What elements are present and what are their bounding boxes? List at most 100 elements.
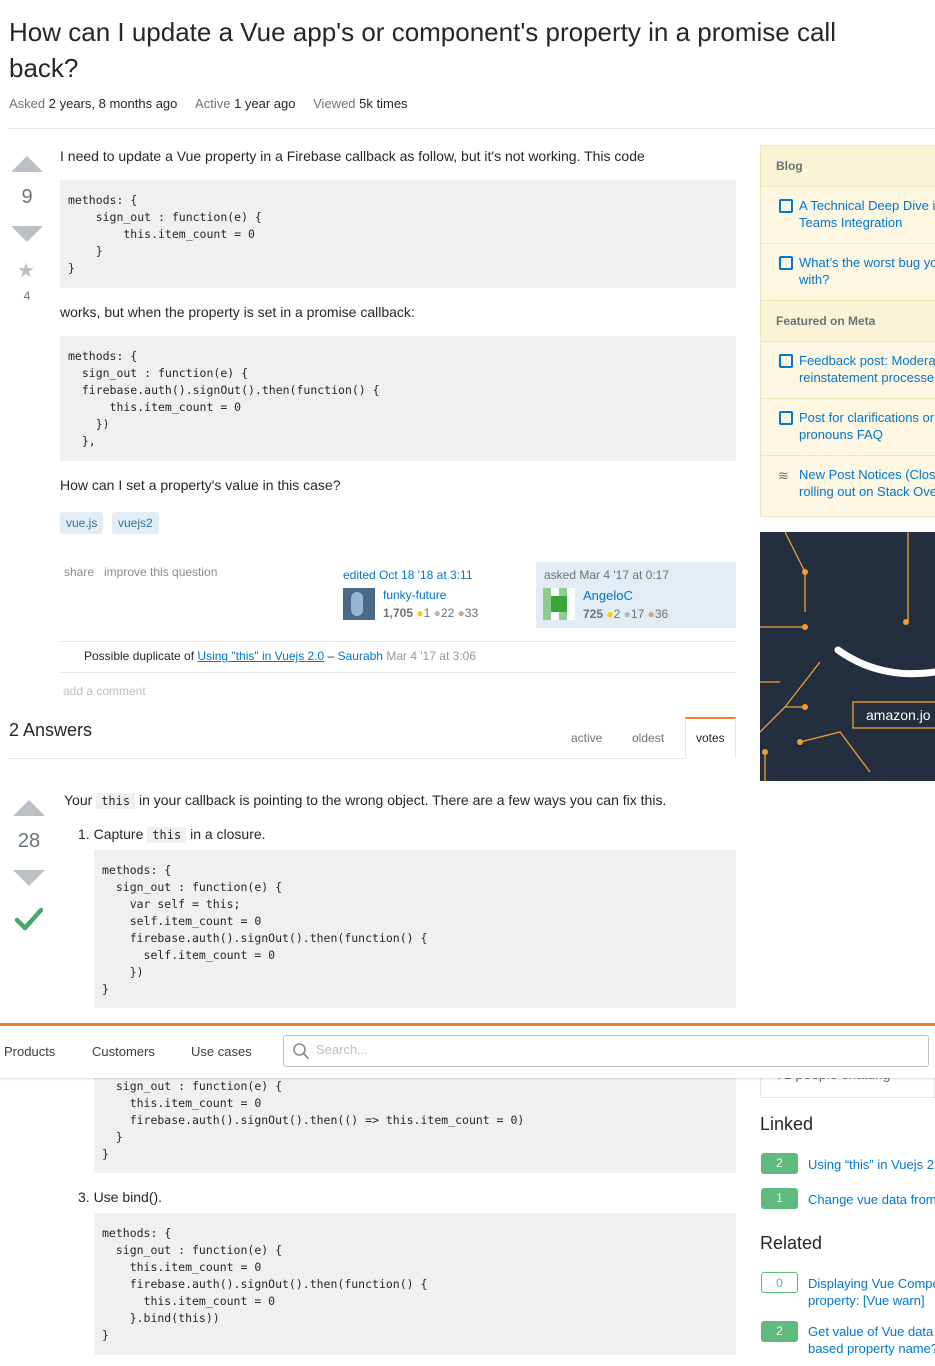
question-intro: I need to update a Vue property in a Fir… bbox=[60, 148, 645, 164]
answers-count-header: 2 Answers bbox=[9, 720, 93, 740]
inline-code: this bbox=[147, 827, 187, 843]
code-block: methods: { sign_out : function(e) { this… bbox=[60, 180, 736, 288]
active-value[interactable]: 1 year ago bbox=[234, 96, 295, 111]
bronze-count: 33 bbox=[464, 606, 479, 620]
advertisement[interactable]: amazon.jo bbox=[760, 532, 935, 781]
viewed-value: 5k times bbox=[359, 96, 408, 111]
question-vote-count: 9 bbox=[21, 186, 33, 208]
share-link[interactable]: share bbox=[64, 565, 94, 579]
linked-score-badge[interactable]: 2 bbox=[761, 1153, 798, 1174]
speech-bubble-icon bbox=[779, 411, 793, 425]
tag-vuejs2[interactable]: vuejs2 bbox=[112, 512, 159, 534]
favorite-star-icon[interactable]: ★ bbox=[17, 258, 35, 283]
stack-exchange-icon: ≋ bbox=[778, 468, 789, 483]
related-header: Related bbox=[760, 1233, 823, 1253]
viewed-label: Viewed bbox=[313, 96, 356, 111]
gold-count: 2 bbox=[613, 607, 621, 621]
question-title[interactable]: How can I update a Vue app's or componen… bbox=[9, 14, 909, 86]
list-item: 3. Use bind(). bbox=[78, 1189, 163, 1205]
related-score-badge[interactable]: 0 bbox=[761, 1272, 798, 1293]
nav-customers[interactable]: Customers bbox=[92, 1044, 155, 1059]
rep-score: 1,705 bbox=[383, 606, 414, 620]
avatar[interactable] bbox=[343, 588, 375, 620]
tab-votes-label: votes bbox=[696, 731, 725, 745]
favorite-count: 4 bbox=[23, 289, 31, 303]
related-question-link[interactable]: Displaying Vue Compo property: [Vue warn… bbox=[808, 1275, 935, 1309]
meta-item-label: Post for clarifications or pronouns FAQ bbox=[799, 410, 935, 442]
speech-bubble-icon bbox=[779, 256, 793, 270]
header-divider bbox=[9, 128, 935, 129]
edited-card: edited Oct 18 '18 at 3:11 funky-future 1… bbox=[343, 568, 528, 620]
improve-question-link[interactable]: improve this question bbox=[104, 565, 217, 579]
meta-item[interactable]: ≋ New Post Notices (Clos rolling out on … bbox=[761, 456, 935, 513]
search-icon bbox=[293, 1043, 309, 1059]
related-question-link[interactable]: Get value of Vue data based property nam… bbox=[808, 1323, 935, 1357]
downvote-arrow-icon[interactable] bbox=[11, 226, 43, 242]
edited-timestamp[interactable]: edited Oct 18 '18 at 3:11 bbox=[343, 568, 528, 582]
meta-item-label: New Post Notices (Clos rolling out on St… bbox=[799, 467, 935, 499]
asker-username[interactable]: AngeloC bbox=[583, 588, 633, 603]
comment-dash: – bbox=[327, 649, 335, 663]
linked-header: Linked bbox=[760, 1114, 814, 1134]
speech-bubble-icon bbox=[779, 199, 793, 213]
comment-divider bbox=[60, 641, 736, 642]
silver-badge-icon: ● bbox=[433, 606, 441, 620]
meta-header: Featured on Meta bbox=[761, 301, 935, 342]
top-navigation-bar: Products Customers Use cases bbox=[0, 1023, 935, 1078]
asked-value[interactable]: 2 years, 8 months ago bbox=[49, 96, 178, 111]
comment-divider bbox=[60, 672, 736, 673]
meta-item[interactable]: Feedback post: Modera reinstatement proc… bbox=[761, 342, 935, 399]
blog-item[interactable]: What’s the worst bug yo with? bbox=[761, 244, 935, 301]
upvote-arrow-icon[interactable] bbox=[13, 800, 45, 816]
blog-item[interactable]: A Technical Deep Dive i Teams Integratio… bbox=[761, 187, 935, 244]
answer-vote-count: 28 bbox=[17, 830, 41, 852]
tab-votes[interactable]: votes bbox=[685, 717, 736, 758]
answer-intro: Your this in your callback is pointing t… bbox=[64, 792, 667, 809]
answers-header-divider bbox=[9, 758, 685, 759]
question-meta: Asked 2 years, 8 months ago Active 1 yea… bbox=[9, 96, 408, 111]
gold-badge-icon: ● bbox=[416, 606, 424, 620]
list-item-after: in a closure. bbox=[190, 826, 266, 842]
answer-intro-after: in your callback is pointing to the wron… bbox=[138, 792, 667, 808]
meta-item-label: Feedback post: Modera reinstatement proc… bbox=[799, 353, 935, 385]
gold-count: 1 bbox=[423, 606, 431, 620]
blog-header: Blog bbox=[761, 146, 935, 187]
tab-oldest[interactable]: oldest bbox=[632, 731, 664, 745]
bronze-badge-icon: ● bbox=[647, 607, 655, 621]
downvote-arrow-icon[interactable] bbox=[13, 870, 45, 886]
list-item: 1. Capture this in a closure. bbox=[78, 826, 266, 843]
silver-count: 22 bbox=[440, 606, 455, 620]
circuit-pattern-icon bbox=[760, 532, 935, 781]
nav-use-cases[interactable]: Use cases bbox=[191, 1044, 252, 1059]
asked-timestamp[interactable]: asked Mar 4 '17 at 0:17 bbox=[544, 568, 669, 582]
silver-count: 17 bbox=[630, 607, 645, 621]
upvote-arrow-icon[interactable] bbox=[11, 156, 43, 172]
code-block: methods: { sign_out : function(e) { fire… bbox=[60, 336, 736, 461]
meta-item[interactable]: Post for clarifications or pronouns FAQ bbox=[761, 399, 935, 456]
asker-reputation: 725 ●2 ●17 ●36 bbox=[583, 607, 668, 621]
tab-active[interactable]: active bbox=[571, 731, 602, 745]
comment-prefix: Possible duplicate of bbox=[84, 649, 195, 663]
comment-time[interactable]: Mar 4 '17 at 3:06 bbox=[386, 649, 476, 663]
search-input[interactable] bbox=[314, 1041, 908, 1058]
code-block: methods: { sign_out : function(e) { var … bbox=[94, 850, 736, 1008]
accepted-check-icon bbox=[15, 907, 43, 931]
answer-intro-before: Your bbox=[64, 792, 93, 808]
nav-products[interactable]: Products bbox=[4, 1044, 55, 1059]
avatar[interactable] bbox=[543, 588, 575, 620]
question-middle: works, but when the property is set in a… bbox=[60, 304, 415, 320]
search-box[interactable] bbox=[283, 1035, 929, 1067]
silver-badge-icon: ● bbox=[623, 607, 631, 621]
rep-score: 725 bbox=[583, 607, 604, 621]
question-closing: How can I set a property's value in this… bbox=[60, 477, 341, 493]
code-block: methods: { sign_out : function(e) { this… bbox=[94, 1213, 736, 1355]
linked-question-link[interactable]: Change vue data from bbox=[808, 1191, 935, 1208]
comment-user[interactable]: Saurabh bbox=[338, 649, 383, 663]
editor-username[interactable]: funky-future bbox=[383, 588, 446, 602]
tag-vuejs[interactable]: vue.js bbox=[60, 512, 104, 534]
add-comment-link[interactable]: add a comment bbox=[63, 684, 146, 698]
related-score-badge[interactable]: 2 bbox=[761, 1321, 798, 1342]
linked-score-badge[interactable]: 1 bbox=[761, 1188, 798, 1209]
linked-question-link[interactable]: Using “this” in Vuejs 2 bbox=[808, 1156, 934, 1173]
duplicate-link[interactable]: Using "this" in Vuejs 2.0 bbox=[197, 649, 324, 663]
